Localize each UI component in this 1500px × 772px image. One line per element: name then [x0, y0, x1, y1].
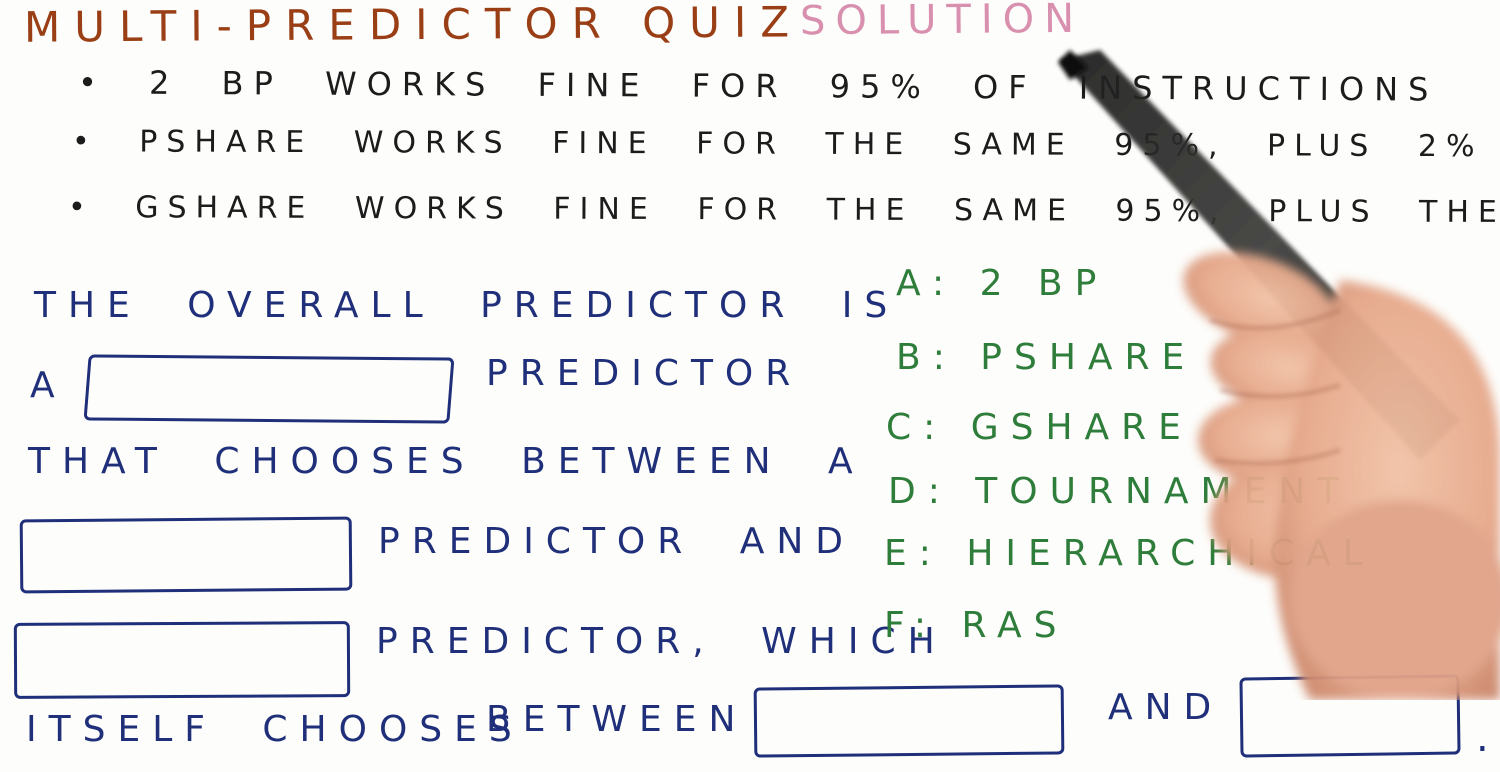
option-d: D: TOURNAMENT — [888, 471, 1352, 512]
bullet-pshare: • PSHARE works fine for the same 95%, pl… — [71, 124, 1500, 165]
answer-box-1[interactable] — [83, 354, 455, 424]
question-line-3: THAT CHOOSES BETWEEN A — [28, 441, 865, 482]
question-line-6-end: . — [1476, 715, 1500, 761]
option-c: C: GSHARE — [886, 407, 1193, 448]
option-e: E: HIERARCHICAL — [884, 533, 1375, 574]
question-line-1: THE OVERALL PREDICTOR IS — [34, 285, 900, 326]
question-line-2-suffix: PREDICTOR — [486, 353, 803, 394]
bullet-gshare: • GSHARE works fine for the same 95%, pl… — [67, 189, 1500, 231]
answer-box-3[interactable] — [13, 621, 351, 699]
option-b: B: PSHARE — [896, 337, 1197, 378]
whiteboard: MULTI-PREDICTOR QUIZ SOLUTION • 2 BP wor… — [0, 0, 1500, 772]
option-f: F: RAS — [884, 605, 1069, 646]
solution-label: SOLUTION — [799, 0, 1085, 45]
question-line-6-between: BETWEEN — [486, 699, 748, 740]
question-line-6-prefix: ITSELF CHOOSES — [26, 709, 524, 750]
question-line-6-and: AND — [1108, 687, 1224, 728]
bullet-2bp: • 2 BP works fine for 95% of instruction… — [77, 63, 1439, 109]
quiz-title: MULTI-PREDICTOR QUIZ — [23, 0, 804, 52]
question-line-2-prefix: A — [30, 365, 67, 406]
answer-box-2[interactable] — [19, 516, 353, 594]
question-line-5-suffix: PREDICTOR, WHICH — [376, 621, 947, 662]
question-line-4-suffix: PREDICTOR AND — [378, 521, 856, 562]
option-a: A: 2 BP — [896, 263, 1109, 304]
answer-box-4[interactable] — [753, 684, 1065, 758]
answer-box-5[interactable] — [1239, 674, 1461, 758]
